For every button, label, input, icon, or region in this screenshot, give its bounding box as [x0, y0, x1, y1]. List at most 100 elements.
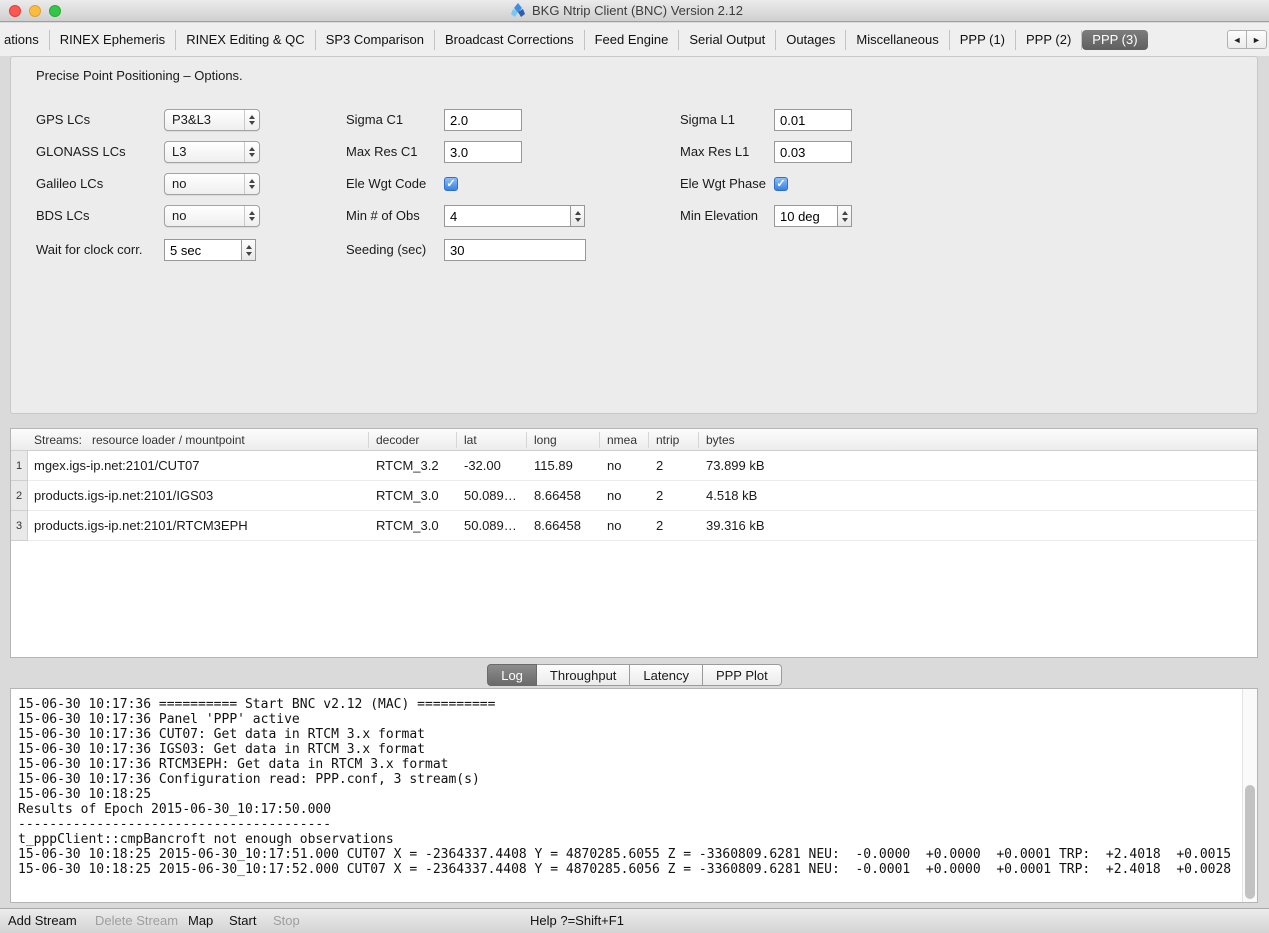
log-line: 15-06-30 10:17:36 ========== Start BNC v…: [18, 697, 1235, 712]
tab-observations-clipped[interactable]: ations: [2, 30, 50, 50]
log-line: 15-06-30 10:18:25 2015-06-30_10:17:52.00…: [18, 862, 1235, 877]
max-res-c1-input[interactable]: [444, 141, 522, 163]
col-lat: lat: [464, 429, 477, 451]
help-hint: Help ?=Shift+F1: [530, 909, 624, 933]
cell-long: 8.66458: [534, 511, 581, 541]
log-panel: 15-06-30 10:17:36 ========== Start BNC v…: [10, 688, 1258, 903]
tab-scroll-left-icon[interactable]: ◄: [1227, 30, 1247, 49]
cell-ntrip: 2: [656, 481, 663, 511]
seeding-input[interactable]: [444, 239, 586, 261]
cell-bytes: 39.316 kB: [706, 511, 765, 541]
min-elevation-input[interactable]: [774, 205, 838, 227]
stream-row[interactable]: 1 mgex.igs-ip.net:2101/CUT07 RTCM_3.2 -3…: [11, 451, 1257, 481]
close-button[interactable]: [9, 5, 21, 17]
cell-decoder: RTCM_3.2: [376, 451, 439, 481]
log-line: 15-06-30 10:18:25 2015-06-30_10:17:51.00…: [18, 847, 1235, 862]
tab-feed-engine[interactable]: Feed Engine: [585, 30, 680, 50]
cell-mountpoint: products.igs-ip.net:2101/RTCM3EPH: [34, 511, 248, 541]
max-res-l1-input[interactable]: [774, 141, 852, 163]
sigma-c1-input[interactable]: [444, 109, 522, 131]
cell-nmea: no: [607, 481, 621, 511]
seeding-label: Seeding (sec): [346, 239, 426, 261]
cell-lat: 50.089…: [464, 481, 517, 511]
ele-wgt-phase-checkbox[interactable]: [774, 177, 788, 191]
add-stream-button[interactable]: Add Stream: [8, 909, 77, 933]
ele-wgt-code-checkbox[interactable]: [444, 177, 458, 191]
tab-miscellaneous[interactable]: Miscellaneous: [846, 30, 949, 50]
wait-clock-label: Wait for clock corr.: [36, 239, 142, 261]
log-scrollbar-thumb[interactable]: [1245, 785, 1255, 899]
cell-bytes: 73.899 kB: [706, 451, 765, 481]
zoom-button[interactable]: [49, 5, 61, 17]
tab-ppp-1[interactable]: PPP (1): [950, 30, 1016, 50]
glonass-lcs-label: GLONASS LCs: [36, 141, 126, 163]
app-icon: [510, 3, 526, 19]
sigma-l1-label: Sigma L1: [680, 109, 735, 131]
tab-latency[interactable]: Latency: [630, 664, 703, 686]
tab-rinex-ephemeris[interactable]: RINEX Ephemeris: [50, 30, 176, 50]
cell-lat: 50.089…: [464, 511, 517, 541]
min-obs-input[interactable]: [444, 205, 571, 227]
stream-row[interactable]: 2 products.igs-ip.net:2101/IGS03 RTCM_3.…: [11, 481, 1257, 511]
start-button[interactable]: Start: [229, 909, 256, 933]
glonass-lcs-combobox[interactable]: L3: [164, 141, 260, 163]
wait-clock-spinbox[interactable]: [164, 239, 256, 261]
log-line: ----------------------------------------: [18, 817, 1235, 832]
galileo-lcs-label: Galileo LCs: [36, 173, 103, 195]
spin-updown-icon[interactable]: [571, 205, 585, 227]
tab-sp3-comparison[interactable]: SP3 Comparison: [316, 30, 435, 50]
stream-row[interactable]: 3 products.igs-ip.net:2101/RTCM3EPH RTCM…: [11, 511, 1257, 541]
tab-broadcast-corrections[interactable]: Broadcast Corrections: [435, 30, 585, 50]
combo-updown-icon: [244, 110, 259, 130]
ele-wgt-code-label: Ele Wgt Code: [346, 173, 426, 195]
col-bytes: bytes: [706, 429, 735, 451]
log-output: 15-06-30 10:17:36 ========== Start BNC v…: [18, 697, 1235, 877]
sigma-c1-label: Sigma C1: [346, 109, 403, 131]
minimize-button[interactable]: [29, 5, 41, 17]
spin-updown-icon[interactable]: [838, 205, 852, 227]
cell-long: 8.66458: [534, 481, 581, 511]
bds-lcs-combobox[interactable]: no: [164, 205, 260, 227]
cell-long: 115.89: [534, 451, 573, 481]
bds-lcs-label: BDS LCs: [36, 205, 89, 227]
log-line: Results of Epoch 2015-06-30_10:17:50.000: [18, 802, 1235, 817]
gps-lcs-value: P3&L3: [165, 110, 244, 130]
cell-lat: -32.00: [464, 451, 501, 481]
min-elevation-spinbox[interactable]: [774, 205, 852, 227]
gps-lcs-combobox[interactable]: P3&L3: [164, 109, 260, 131]
bds-lcs-value: no: [165, 206, 244, 226]
panel-title: Precise Point Positioning – Options.: [36, 68, 243, 83]
tab-rinex-editing-qc[interactable]: RINEX Editing & QC: [176, 30, 316, 50]
tab-serial-output[interactable]: Serial Output: [679, 30, 776, 50]
tab-outages[interactable]: Outages: [776, 30, 846, 50]
cell-mountpoint: products.igs-ip.net:2101/IGS03: [34, 481, 213, 511]
stop-button[interactable]: Stop: [273, 909, 300, 933]
spin-updown-icon[interactable]: [242, 239, 256, 261]
log-line: 15-06-30 10:17:36 CUT07: Get data in RTC…: [18, 727, 1235, 742]
tab-throughput[interactable]: Throughput: [537, 664, 631, 686]
delete-stream-button[interactable]: Delete Stream: [95, 909, 178, 933]
ppp-options-panel: Precise Point Positioning – Options. GPS…: [10, 56, 1258, 414]
combo-updown-icon: [244, 206, 259, 226]
combo-updown-icon: [244, 174, 259, 194]
tab-ppp-plot[interactable]: PPP Plot: [703, 664, 782, 686]
map-button[interactable]: Map: [188, 909, 213, 933]
tab-ppp-3[interactable]: PPP (3): [1082, 30, 1147, 50]
log-line: 15-06-30 10:17:36 Panel 'PPP' active: [18, 712, 1235, 727]
col-long: long: [534, 429, 557, 451]
gps-lcs-label: GPS LCs: [36, 109, 90, 131]
min-obs-spinbox[interactable]: [444, 205, 585, 227]
log-scrollbar[interactable]: [1242, 689, 1257, 902]
tab-scroll-right-icon[interactable]: ►: [1247, 30, 1267, 49]
row-number: 1: [11, 451, 28, 481]
tab-ppp-2[interactable]: PPP (2): [1016, 30, 1082, 50]
col-nmea: nmea: [607, 429, 637, 451]
log-line: 15-06-30 10:18:25: [18, 787, 1235, 802]
log-line: 15-06-30 10:17:36 RTCM3EPH: Get data in …: [18, 757, 1235, 772]
sigma-l1-input[interactable]: [774, 109, 852, 131]
galileo-lcs-combobox[interactable]: no: [164, 173, 260, 195]
col-ntrip: ntrip: [656, 429, 679, 451]
tab-log[interactable]: Log: [487, 664, 537, 686]
wait-clock-input[interactable]: [164, 239, 242, 261]
cell-decoder: RTCM_3.0: [376, 511, 439, 541]
